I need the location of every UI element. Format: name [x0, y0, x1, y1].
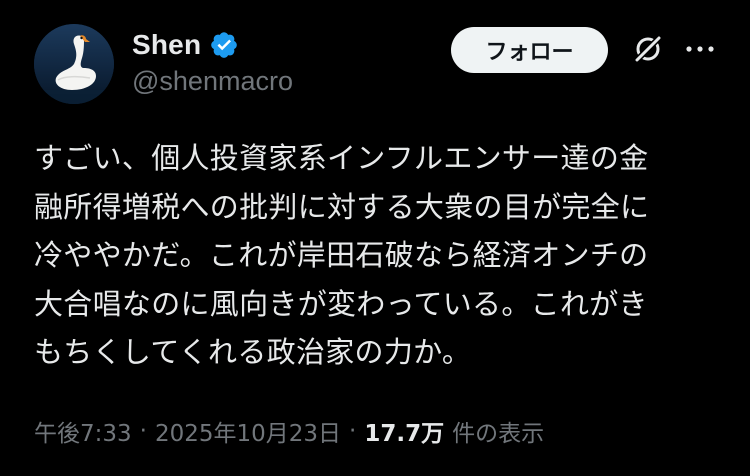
tweet-meta: 午後7:33 · 2025年10月23日 · 17.7万 件の表示 — [34, 414, 544, 448]
tweet-card: Shen @shenmacro フォロー すごい、個人投資家系インフルエンサー達… — [0, 0, 750, 476]
views-label: 件の表示 — [452, 421, 545, 447]
display-name-row: Shen — [132, 26, 293, 64]
meta-separator: · — [349, 418, 357, 444]
tweet-text-line: もちくしてくれる政治家の力か。 — [34, 335, 472, 369]
more-options-icon[interactable] — [682, 36, 718, 62]
tweet-date[interactable]: 2025年10月23日 — [155, 414, 341, 448]
verified-badge-icon — [209, 30, 239, 60]
tweet-text-line: 冷ややかだ。これが岸田石破なら経済オンチの — [34, 238, 649, 272]
views-count[interactable]: 17.7万 — [364, 414, 444, 448]
meta-separator: · — [139, 418, 147, 444]
author-names: Shen @shenmacro — [132, 26, 293, 97]
tweet-time[interactable]: 午後7:33 — [34, 414, 132, 448]
author-handle[interactable]: @shenmacro — [132, 66, 293, 97]
tweet-text-line: 融所得増税への批判に対する大衆の目が完全に — [34, 189, 650, 224]
tweet-text: すごい、個人投資家系インフルエンサー達の金 融所得増税への批判に対する大衆の目が… — [34, 134, 724, 377]
avatar[interactable] — [34, 24, 114, 104]
tweet-text-line: すごい、個人投資家系インフルエンサー達の金 — [34, 141, 649, 175]
follow-button[interactable]: フォロー — [451, 27, 608, 73]
tweet-text-line: 大合唱なのに風向きが変わっている。これがき — [34, 286, 648, 321]
tweet-header: Shen @shenmacro フォロー — [34, 24, 724, 106]
grok-icon[interactable] — [631, 32, 665, 66]
swan-avatar-icon — [34, 24, 114, 104]
display-name[interactable]: Shen — [132, 29, 201, 61]
